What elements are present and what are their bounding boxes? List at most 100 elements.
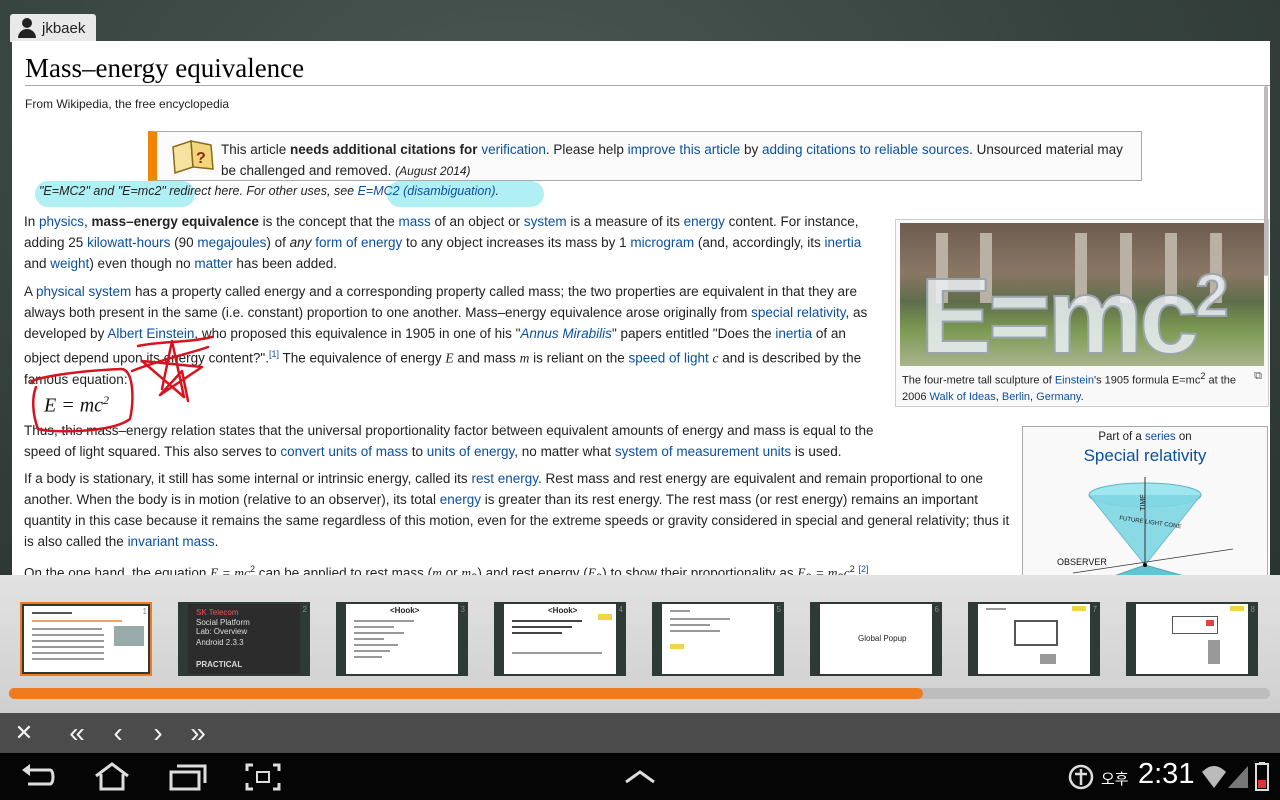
link-annus-mirabilis[interactable]: Annus Mirabilis [520, 326, 612, 341]
thumb-text: SK Telecom [196, 608, 239, 617]
slide-thumbnail[interactable]: SK Telecom Social Platform Lab: Overview… [178, 602, 310, 676]
link-verification[interactable]: verification [481, 142, 546, 157]
slide-thumbnail[interactable]: 5 [652, 602, 784, 676]
thumb-line [354, 632, 404, 634]
slide-number: 8 [1250, 605, 1255, 614]
page-scrollbar[interactable] [1264, 86, 1268, 276]
slide-thumbnail[interactable]: 1 [20, 602, 152, 676]
link-energy-2[interactable]: energy [440, 492, 481, 507]
next-slide-button[interactable]: › [143, 719, 173, 747]
enlarge-icon[interactable]: ⧉ [1254, 370, 1262, 383]
paragraph-relation: Thus, this mass–energy relation states t… [24, 420, 884, 462]
thumb-line [670, 630, 720, 632]
link-improve-article[interactable]: improve this article [628, 142, 741, 157]
link-weight[interactable]: weight [50, 256, 89, 271]
link-convert-units-of-mass[interactable]: convert units of mass [280, 444, 408, 459]
home-icon[interactable] [92, 762, 132, 792]
link-inertia[interactable]: inertia [824, 235, 861, 250]
equation-inline: = m [811, 565, 838, 576]
link-einstein[interactable]: Einstein [1055, 375, 1094, 387]
first-slide-button[interactable]: « [62, 719, 92, 747]
chevron-up-icon[interactable] [620, 762, 660, 792]
thumb-text: Social Platform [196, 618, 250, 627]
ref-2[interactable]: [2] [859, 564, 869, 574]
text: ) and rest energy ( [477, 565, 588, 576]
slide-number: 1 [142, 607, 147, 616]
link-system[interactable]: system [524, 214, 567, 229]
slide-thumbnail[interactable]: <Hook> 4 [494, 602, 626, 676]
text: ) even though no [89, 256, 195, 271]
link-series[interactable]: series [1145, 431, 1176, 443]
recent-apps-icon[interactable] [167, 762, 207, 792]
link-energy[interactable]: energy [684, 214, 725, 229]
series-title[interactable]: Special relativity [1023, 446, 1267, 466]
link-matter[interactable]: matter [194, 256, 232, 271]
link-rest-energy[interactable]: rest energy [471, 471, 538, 486]
link-units-of-energy[interactable]: units of energy [427, 444, 515, 459]
thumb-line [354, 620, 414, 622]
image-caption: The four-metre tall sculpture of Einstei… [902, 368, 1247, 405]
slide-thumbnail[interactable]: 7 [968, 602, 1100, 676]
citation-notice: ? This article needs additional citation… [148, 131, 1142, 181]
link-megajoules[interactable]: megajoules [197, 235, 266, 250]
link-germany[interactable]: Germany [1036, 391, 1080, 403]
link-microgram[interactable]: microgram [630, 235, 694, 250]
user-tab[interactable]: jkbaek [10, 14, 96, 42]
link-disambiguation[interactable]: E=MC2 (disambiguation) [358, 184, 496, 198]
equation-emc2: E = mc2 [44, 393, 109, 418]
link-adding-citations[interactable]: adding citations to reliable sources [762, 142, 969, 157]
link-mass[interactable]: mass [399, 214, 431, 229]
text: is used. [791, 444, 842, 459]
link-walk-of-ideas[interactable]: Walk of Ideas [930, 391, 996, 403]
thumbnail-page [24, 606, 148, 672]
slide-number: 4 [618, 605, 623, 614]
link-physical-system[interactable]: physical system [36, 284, 131, 299]
text: Part of a [1098, 431, 1145, 443]
text: 's 1905 formula E=mc [1093, 374, 1201, 387]
image-thumbnail[interactable]: E=mc2 The four-metre tall sculpture of E… [895, 219, 1269, 407]
link-kilowatt-hours[interactable]: kilowatt-hours [87, 235, 170, 250]
last-slide-button[interactable]: » [183, 719, 213, 747]
back-icon[interactable] [18, 762, 58, 792]
slide-number: 2 [302, 605, 307, 614]
close-icon[interactable]: ✕ [9, 719, 39, 747]
presenter-toolbar: ✕ « ‹ › » [0, 713, 1280, 753]
link-albert-einstein[interactable]: Albert Einstein [107, 326, 194, 341]
sculpture-lettering: E=mc2 [919, 231, 1230, 366]
slide-thumbnail[interactable]: Global Popup 6 [810, 602, 942, 676]
equation-exponent: 2 [103, 393, 110, 407]
link-berlin[interactable]: Berlin [1002, 391, 1030, 403]
diagram-time-label: TIME [1139, 494, 1147, 511]
notice-text: This article needs additional citations … [221, 139, 1141, 182]
link-form-of-energy[interactable]: form of energy [315, 235, 402, 250]
text: . [1080, 390, 1084, 403]
text: and [24, 256, 51, 271]
thumb-line [32, 620, 122, 622]
link-special-relativity[interactable]: special relativity [751, 305, 845, 320]
hatnote: "E=MC2" and "E=mc2" redirect here. For o… [39, 184, 499, 198]
screenshot-icon[interactable] [243, 762, 283, 792]
series-infobox: Part of a series on Special relativity T… [1022, 426, 1268, 575]
slide-thumbnail[interactable]: 8 [1126, 602, 1258, 676]
text: If a body is stationary, it still has so… [24, 471, 472, 486]
link-system-of-measurement-units[interactable]: system of measurement units [615, 444, 791, 459]
text: (and, accordingly, its [694, 235, 825, 250]
thumb-note [598, 614, 612, 620]
previous-slide-button[interactable]: ‹ [103, 719, 133, 747]
text: is a measure of its [566, 214, 684, 229]
thumb-text: Android 2.3.3 [196, 638, 244, 647]
link-invariant-mass[interactable]: invariant mass [128, 534, 215, 549]
text: has been added. [232, 256, 338, 271]
ref-1[interactable]: [1] [269, 349, 279, 359]
link-physics[interactable]: physics [39, 214, 84, 229]
slide-thumbnail[interactable]: <Hook> 3 [336, 602, 468, 676]
link-inertia-2[interactable]: inertia [775, 326, 812, 341]
thumb-image [114, 626, 144, 646]
text: is the concept that the [258, 214, 399, 229]
slide-canvas[interactable]: Mass–energy equivalence From Wikipedia, … [12, 41, 1270, 575]
text: . [214, 534, 219, 549]
paragraph-intro: In physics, mass–energy equivalence is t… [24, 211, 884, 274]
text: In [24, 214, 40, 229]
slide-progress-bar[interactable] [9, 688, 1270, 699]
link-speed-of-light[interactable]: speed of light [628, 351, 708, 366]
